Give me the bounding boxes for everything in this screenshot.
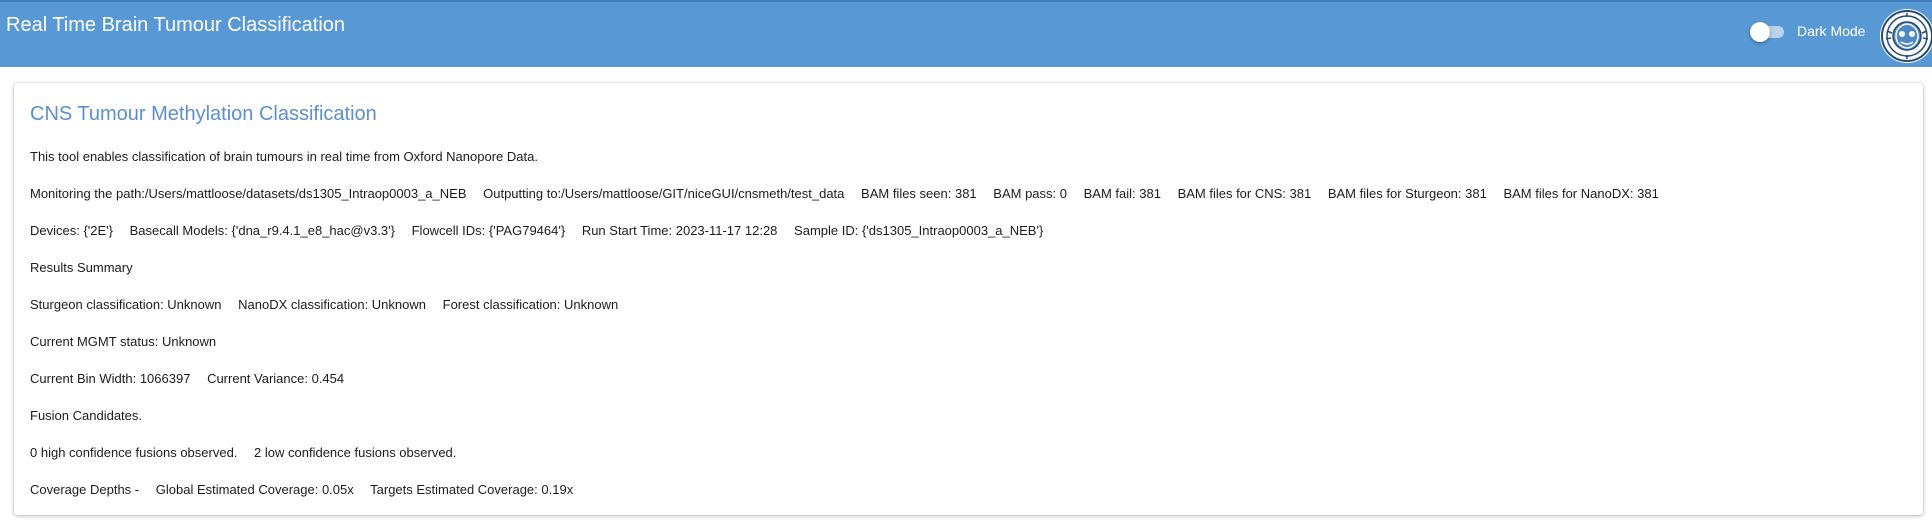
- coverage-label: Coverage Depths -: [30, 482, 140, 497]
- targets-coverage: Targets Estimated Coverage: 0.19x: [370, 482, 574, 497]
- bin-width: Current Bin Width: 1066397: [30, 371, 191, 386]
- bam-files-seen: BAM files seen: 381: [861, 186, 977, 201]
- dark-mode-toggle[interactable]: [1750, 22, 1784, 42]
- global-coverage: Global Estimated Coverage: 0.05x: [155, 482, 354, 497]
- bam-pass: BAM pass: 0: [993, 186, 1067, 201]
- devices: Devices: {'2E'}: [30, 223, 114, 238]
- monitoring-line: Monitoring the path:/Users/mattloose/dat…: [30, 186, 1659, 201]
- fusion-line: 0 high confidence fusions observed. 2 lo…: [30, 445, 456, 460]
- low-confidence-fusions: 2 low confidence fusions observed.: [254, 445, 457, 460]
- bam-files-cns: BAM files for CNS: 381: [1177, 186, 1312, 201]
- fusion-candidates-label: Fusion Candidates.: [30, 408, 143, 423]
- run-info-line: Devices: {'2E'} Basecall Models: {'dna_r…: [30, 223, 1043, 238]
- classification-line: Sturgeon classification: Unknown NanoDX …: [30, 297, 618, 312]
- toggle-thumb: [1750, 22, 1770, 42]
- dark-mode-label: Dark Mode: [1797, 23, 1866, 39]
- nanodx-classification: NanoDX classification: Unknown: [238, 297, 426, 312]
- run-start-time: Run Start Time: 2023-11-17 12:28: [581, 223, 778, 238]
- bam-files-sturgeon: BAM files for Sturgeon: 381: [1327, 186, 1487, 201]
- fusion-heading: Fusion Candidates.: [30, 408, 142, 423]
- flowcell-ids: Flowcell IDs: {'PAG79464'}: [411, 223, 566, 238]
- monitoring-path: Monitoring the path:/Users/mattloose/dat…: [30, 186, 467, 201]
- card-title: CNS Tumour Methylation Classification: [30, 103, 377, 125]
- sample-id: Sample ID: {'ds1305_Intraop0003_a_NEB'}: [794, 223, 1044, 238]
- output-path: Outputting to:/Users/mattloose/GIT/niceG…: [483, 186, 845, 201]
- intro-text: This tool enables classification of brai…: [30, 149, 538, 164]
- lab-logo-icon: [1880, 9, 1932, 63]
- classification-card: CNS Tumour Methylation Classification Th…: [14, 83, 1923, 515]
- cnv-line: Current Bin Width: 1066397 Current Varia…: [30, 371, 344, 386]
- app-header: Real Time Brain Tumour Classification Da…: [0, 0, 1932, 67]
- mgmt-status: Current MGMT status: Unknown: [30, 334, 217, 349]
- results-summary-label: Results Summary: [30, 260, 133, 275]
- mgmt-line: Current MGMT status: Unknown: [30, 334, 216, 349]
- intro-line: This tool enables classification of brai…: [30, 149, 538, 164]
- sturgeon-classification: Sturgeon classification: Unknown: [30, 297, 222, 312]
- coverage-line: Coverage Depths - Global Estimated Cover…: [30, 482, 573, 497]
- app-title: Real Time Brain Tumour Classification: [6, 14, 346, 36]
- variance: Current Variance: 0.454: [207, 371, 345, 386]
- bam-fail: BAM fail: 381: [1083, 186, 1161, 201]
- basecall-models: Basecall Models: {'dna_r9.4.1_e8_hac@v3.…: [129, 223, 395, 238]
- bam-files-nanodx: BAM files for NanoDX: 381: [1503, 186, 1659, 201]
- high-confidence-fusions: 0 high confidence fusions observed.: [30, 445, 238, 460]
- forest-classification: Forest classification: Unknown: [442, 297, 619, 312]
- results-summary-heading: Results Summary: [30, 260, 133, 275]
